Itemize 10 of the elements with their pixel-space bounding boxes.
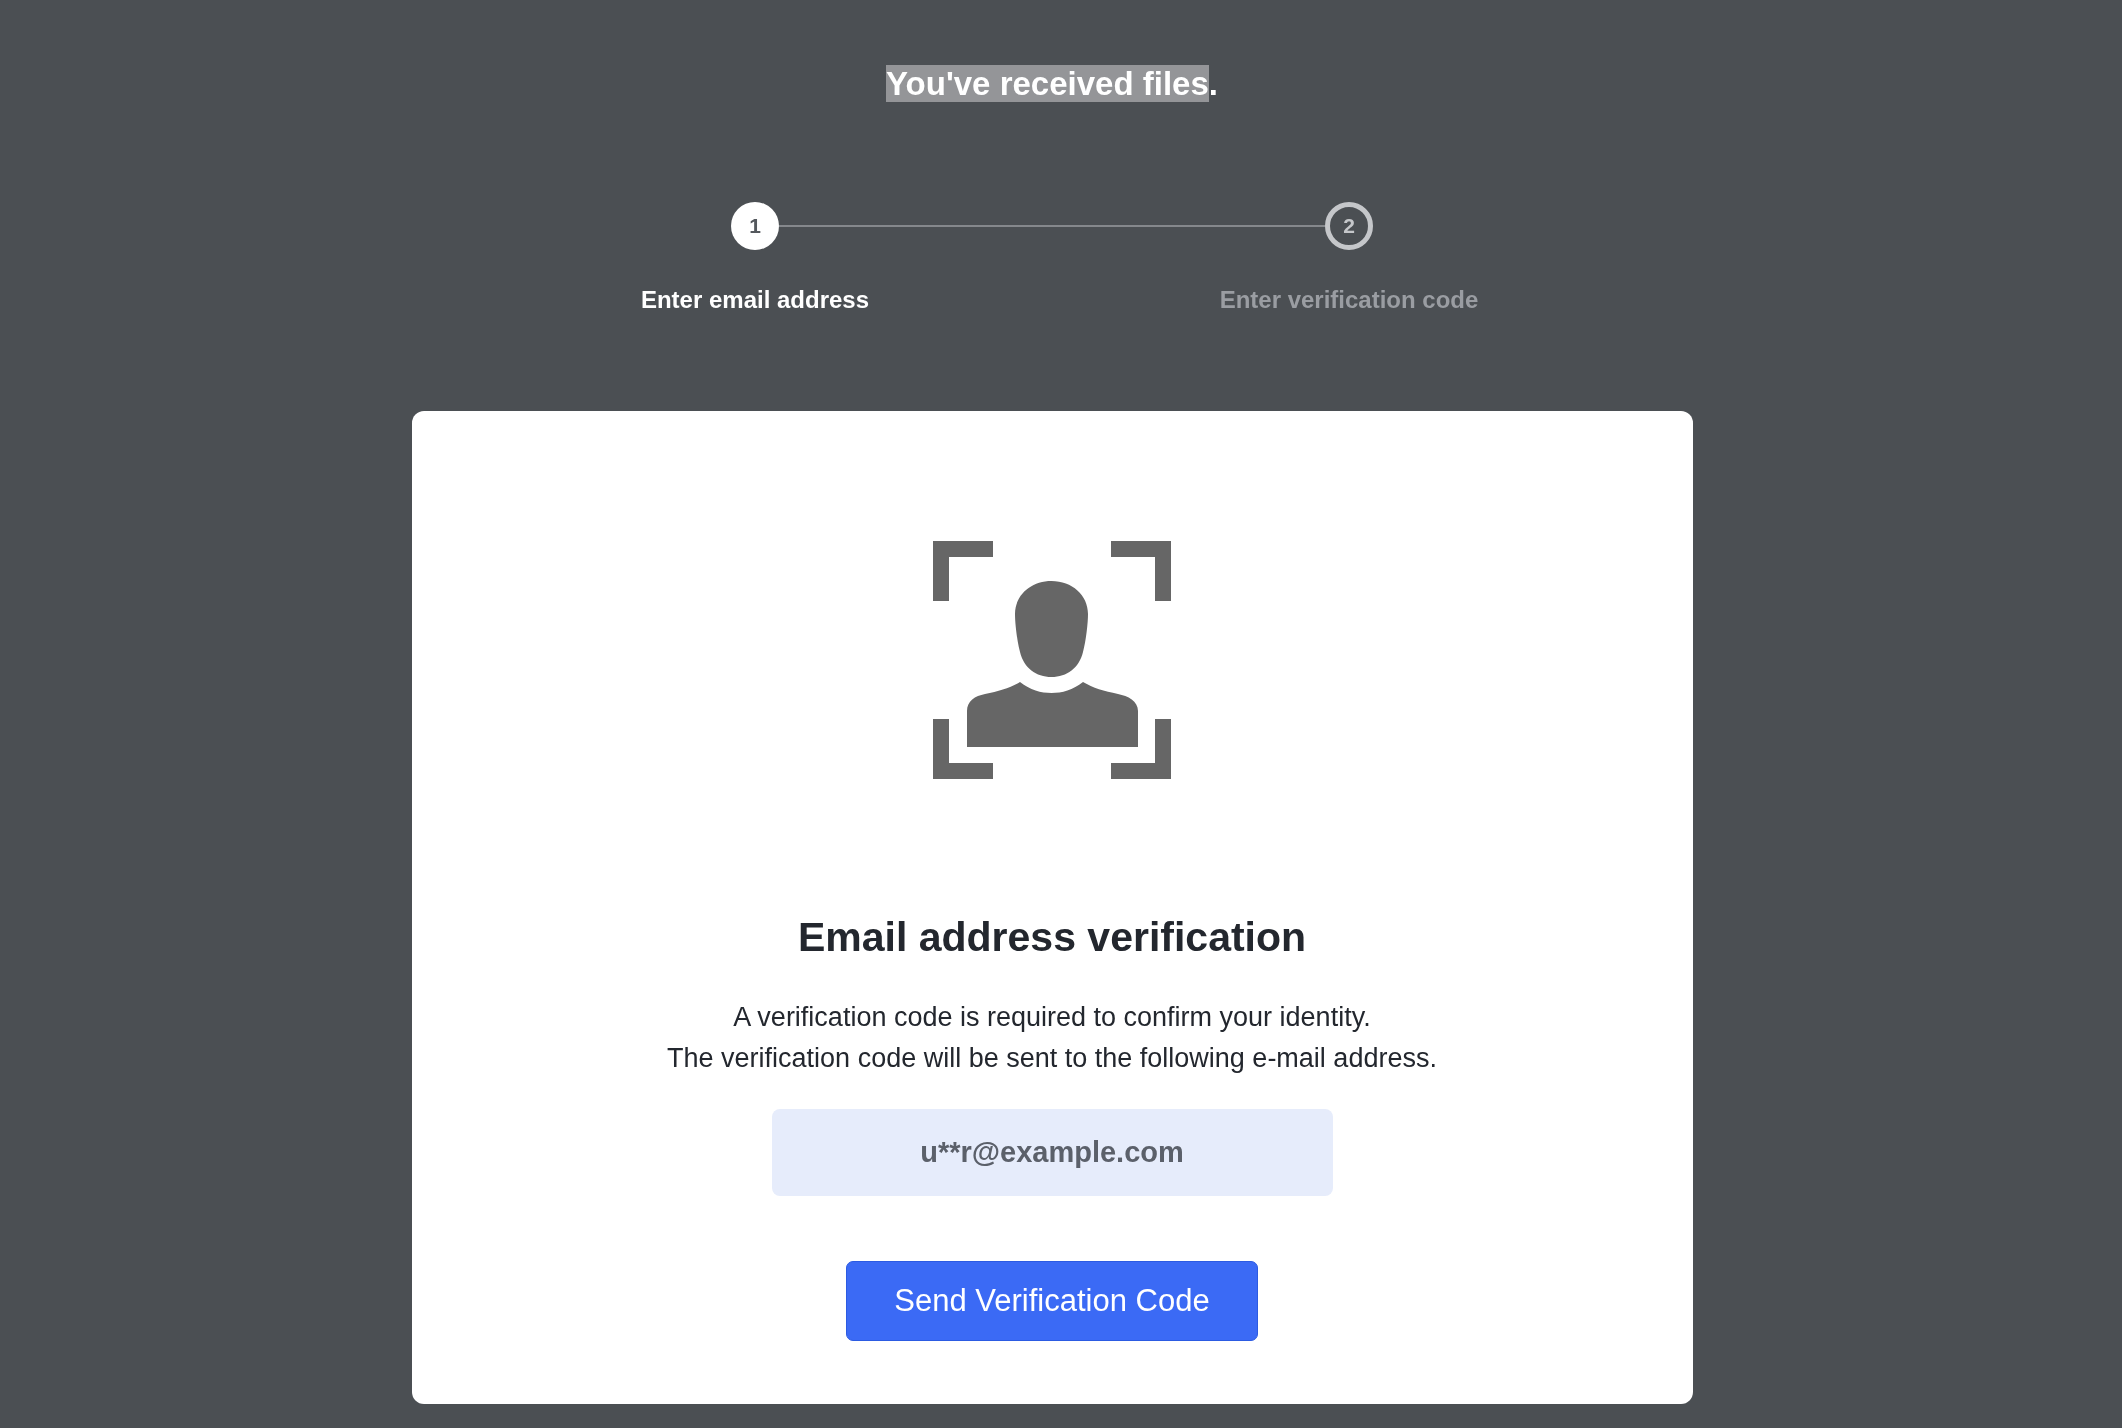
email-field: u**r@example.com	[771, 1109, 1333, 1196]
step-number: 2	[1325, 202, 1373, 250]
person-scan-icon	[933, 541, 1171, 779]
step-label: Enter email address	[639, 285, 871, 315]
page-title: You've received files.	[886, 64, 1218, 104]
send-verification-code-button[interactable]: Send Verification Code	[846, 1261, 1258, 1341]
description-text: A verification code is required to confirm your identity. The verification code will be sent to the following e-mail address.	[667, 1001, 1437, 1075]
card-heading: Email address verification	[797, 913, 1307, 962]
step-label: Enter verification code	[1218, 285, 1480, 315]
step-number: 1	[731, 202, 779, 250]
